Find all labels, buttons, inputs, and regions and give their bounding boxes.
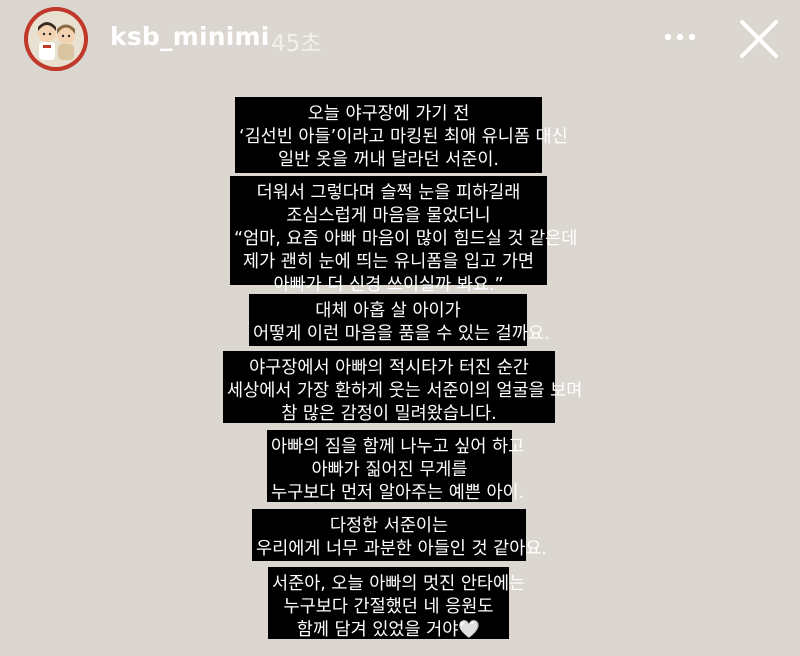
caption-line: 세상에서 가장 환하게 웃는 서준이의 얼굴을 보며	[227, 381, 583, 401]
close-icon[interactable]	[736, 16, 782, 62]
caption-line: 제가 괜히 눈에 띄는 유니폼을 입고 가면	[243, 252, 534, 272]
profile-avatar[interactable]	[24, 7, 88, 71]
caption-line: 더워서 그렇다며 슬쩍 눈을 피하길래	[256, 183, 521, 203]
caption-line: 오늘 야구장에 가기 전	[307, 104, 470, 124]
caption-line: 참 많은 감정이 밀려왔습니다.	[281, 404, 497, 424]
caption-block-4: 야구장에서 아빠의 적시타가 터진 순간 세상에서 가장 환하게 웃는 서준이의…	[223, 351, 583, 424]
caption-block-3: 대체 아홉 살 아이가 어떻게 이런 마음을 품을 수 있는 걸까요.	[249, 294, 550, 346]
post-time: 45초	[271, 31, 322, 57]
username[interactable]: ksb_minimi	[110, 22, 270, 51]
story-header: ksb_minimi 45초	[0, 0, 800, 80]
caption-line: 우리에게 너무 과분한 아들인 것 같아요.	[256, 539, 547, 559]
caption-line: 대체 아홉 살 아이가	[315, 301, 461, 321]
caption-line: 아빠의 짐을 함께 나누고 싶어 하고	[271, 437, 525, 457]
caption-line: 누구보다 먼저 알아주는 예쁜 아이.	[271, 483, 525, 503]
caption-line: 누구보다 간절했던 네 응원도	[283, 597, 494, 617]
caption-line: “엄마, 요즘 아빠 마음이 많이 힘드실 것 같은데	[234, 229, 578, 249]
more-horizontal-icon[interactable]	[662, 22, 698, 52]
caption-block-2: 더워서 그렇다며 슬쩍 눈을 피하길래 조심스럽게 마음을 물었더니 “엄마, …	[230, 176, 578, 295]
caption-line: 아빠가 짊어진 무게를	[311, 460, 468, 480]
caption-line: 함께 담겨 있었을 거야🤍	[296, 620, 481, 640]
caption-block-1: 오늘 야구장에 가기 전 ‘김선빈 아들’이라고 마킹된 최애 유니폼 대신 일…	[235, 97, 568, 173]
caption-line: 서준아, 오늘 아빠의 멋진 안타에는	[272, 574, 526, 594]
caption-line: 다정한 서준이는	[329, 516, 449, 536]
caption-line: 조심스럽게 마음을 물었더니	[286, 206, 491, 226]
caption-line: 야구장에서 아빠의 적시타가 터진 순간	[249, 358, 529, 378]
caption-block-7: 서준아, 오늘 아빠의 멋진 안타에는 누구보다 간절했던 네 응원도 함께 담…	[268, 567, 526, 640]
avatar-illustration-icon	[24, 7, 88, 71]
caption-line: ‘김선빈 아들’이라고 마킹된 최애 유니폼 대신	[239, 127, 568, 147]
caption-line: 일반 옷을 꺼내 달라던 서준이.	[277, 150, 499, 170]
caption-block-5: 아빠의 짐을 함께 나누고 싶어 하고 아빠가 짊어진 무게를 누구보다 먼저 …	[267, 430, 525, 503]
caption-block-6: 다정한 서준이는 우리에게 너무 과분한 아들인 것 같아요.	[252, 509, 547, 561]
caption-line: 어떻게 이런 마음을 품을 수 있는 걸까요.	[253, 324, 550, 344]
